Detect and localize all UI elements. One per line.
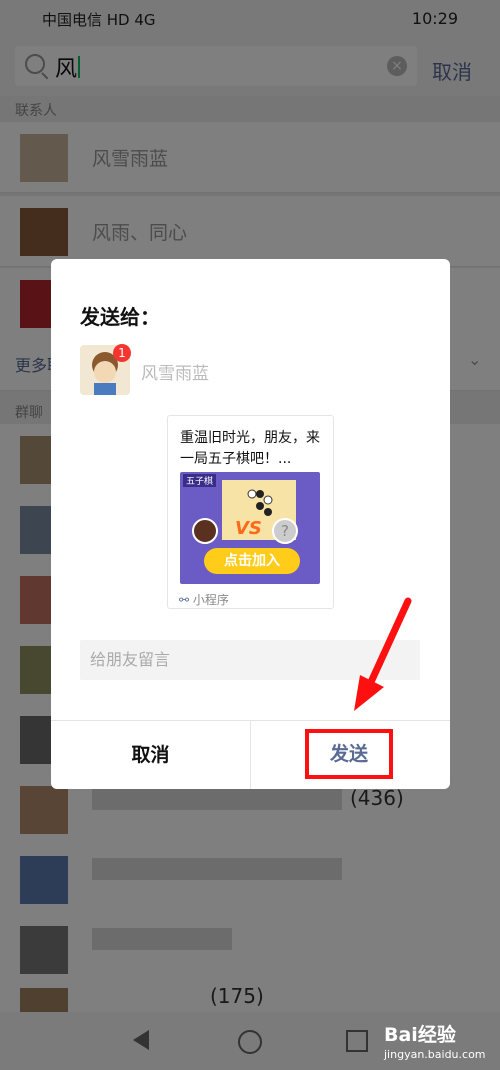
card-title: 重温旧时光，朋友，来一局五子棋吧！... — [180, 430, 320, 467]
watermark-url: jingyan.baidu.com — [384, 1048, 486, 1061]
watermark: Bai经验 jingyan.baidu.com — [382, 1012, 492, 1070]
question-icon: ? — [272, 518, 298, 544]
watermark-brand: Bai经验 — [384, 1024, 456, 1046]
mini-program-card[interactable]: 重温旧时光，朋友，来一局五子棋吧！... 五子棋 VS ? 点击加入 ⚯ 小程序 — [167, 415, 334, 609]
link-icon: ⚯ — [179, 593, 190, 607]
vs-label: VS — [235, 518, 262, 539]
card-thumbnail: 五子棋 VS ? 点击加入 — [180, 472, 320, 584]
footer-divider — [250, 721, 251, 789]
recipient-name: 风雪雨蓝 — [141, 364, 209, 384]
dialog-footer: 取消 发送 — [51, 720, 450, 789]
mini-program-text: 小程序 — [192, 593, 229, 607]
annotation-arrow — [354, 597, 412, 711]
cancel-button[interactable]: 取消 — [51, 721, 250, 789]
send-button[interactable]: 发送 — [305, 729, 393, 779]
dialog-title: 发送给： — [80, 305, 160, 329]
unread-badge: 1 — [113, 344, 131, 362]
mini-program-label: ⚯ 小程序 — [179, 591, 229, 608]
game-label: 五子棋 — [183, 474, 217, 487]
player-avatar — [192, 518, 218, 544]
join-button: 点击加入 — [204, 548, 300, 574]
